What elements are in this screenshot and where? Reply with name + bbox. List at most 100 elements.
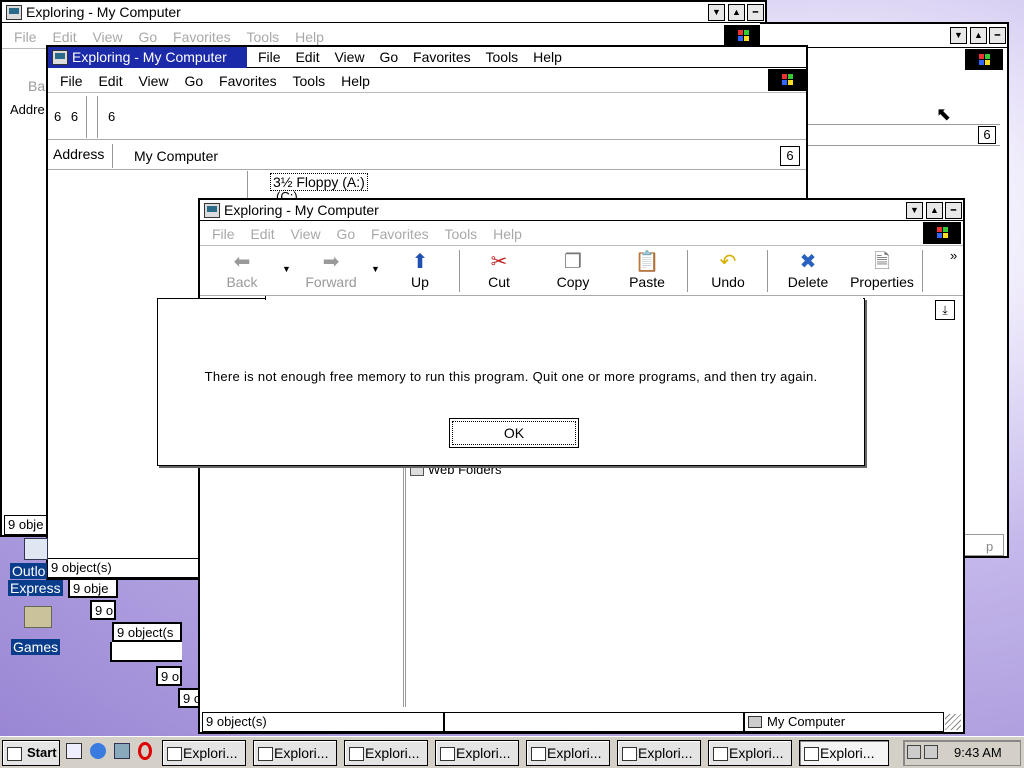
outlook-express-label-2[interactable]: Express — [8, 580, 63, 596]
outlook-icon[interactable] — [114, 743, 130, 759]
toolbar-more-chevron[interactable]: » — [950, 248, 957, 263]
menu-view[interactable]: View — [138, 69, 168, 93]
error-dialog: There is not enough free memory to run t… — [157, 298, 865, 466]
menu-file[interactable]: File — [14, 25, 37, 49]
menu-help[interactable]: Help — [493, 222, 522, 246]
back-button[interactable]: ⬅ Back — [207, 250, 277, 290]
menu-go[interactable]: Go — [184, 69, 203, 93]
copy-button[interactable]: ❐ Copy — [538, 250, 608, 290]
address-dropdown[interactable]: 6 — [780, 146, 800, 166]
status-bar: 9 object(s) — [48, 558, 208, 578]
menu-tools[interactable]: Tools — [486, 49, 519, 65]
back-button-partial[interactable]: Ba — [28, 78, 45, 94]
menu-view[interactable]: View — [290, 222, 320, 246]
menu-edit[interactable]: Edit — [295, 49, 319, 65]
task-button-7[interactable]: Explori... — [708, 740, 792, 766]
undo-button[interactable]: ↶ Undo — [693, 250, 763, 290]
status-bar: 9 object(s) — [202, 712, 444, 732]
window-menu-button[interactable]: ▼ — [950, 27, 967, 44]
status-bar: 9 obje — [4, 515, 50, 535]
internet-explorer-icon[interactable] — [90, 743, 106, 759]
clock[interactable]: 9:43 AM — [954, 745, 1002, 760]
toolbar-separator — [767, 250, 768, 292]
outlook-express-icon[interactable] — [24, 538, 48, 560]
outlook-express-label-1[interactable]: Outlo — [10, 563, 48, 579]
menu-tools[interactable]: Tools — [293, 69, 326, 93]
games-label[interactable]: Games — [11, 639, 61, 655]
maximize-button[interactable]: ▲ — [926, 202, 943, 219]
tray-icon-scheduler[interactable] — [924, 745, 938, 759]
resize-grip[interactable] — [945, 714, 961, 730]
cascade-window-status-4: 9 o — [156, 666, 182, 686]
status-bar-location: My Computer — [744, 712, 944, 732]
window-titlebar[interactable]: Exploring - My Computer ▼ ▲ ━ — [200, 200, 963, 221]
tray-icon-network[interactable] — [907, 745, 921, 759]
paste-button[interactable]: 📋 Paste — [612, 250, 682, 290]
address-dropdown[interactable]: ⤓ — [935, 300, 955, 320]
minimize-button[interactable]: ━ — [989, 27, 1006, 44]
task-button-4[interactable]: Explori... — [435, 740, 519, 766]
menu-file[interactable]: File — [258, 49, 281, 65]
delete-button[interactable]: ✖ Delete — [773, 250, 843, 290]
window-menu-button[interactable]: ▼ — [708, 4, 725, 21]
delete-label: Delete — [787, 274, 829, 290]
menu-tools[interactable]: Tools — [445, 222, 478, 246]
task-button-1[interactable]: Explori... — [162, 740, 246, 766]
forward-button[interactable]: ➡ Forward — [296, 250, 366, 290]
cut-button[interactable]: ✂ Cut — [464, 250, 534, 290]
menu-favorites[interactable]: Favorites — [219, 69, 277, 93]
task-label: Explori... — [820, 745, 875, 761]
task-button-3[interactable]: Explori... — [344, 740, 428, 766]
back-label: Back — [226, 274, 258, 290]
task-button-2[interactable]: Explori... — [253, 740, 337, 766]
cascade-window-status-2: 9 o — [90, 600, 116, 620]
task-button-6[interactable]: Explori... — [617, 740, 701, 766]
menu-help[interactable]: Help — [341, 69, 370, 93]
minimize-button[interactable]: ━ — [945, 202, 962, 219]
explorer-window-front[interactable]: Exploring - My Computer ▼ ▲ ━ File Edit … — [198, 198, 965, 734]
properties-button[interactable]: 🗎 Properties — [840, 250, 924, 290]
toolbar-separator — [922, 250, 923, 292]
forward-label: Forward — [305, 274, 357, 290]
forward-dropdown-icon[interactable]: ▼ — [371, 264, 380, 274]
copy-icon: ❐ — [564, 251, 582, 273]
system-tray: 9:43 AM — [903, 740, 1021, 766]
windows-logo-icon — [923, 222, 961, 244]
menu-file[interactable]: File — [212, 222, 235, 246]
menu-file[interactable]: File — [60, 69, 83, 93]
up-button[interactable]: ⬆ Up — [385, 250, 455, 290]
window-titlebar[interactable]: Exploring - My Computer ▼ ▲ ━ — [2, 2, 765, 23]
games-folder-icon[interactable] — [24, 606, 52, 628]
task-label: Explori... — [365, 745, 420, 761]
menu-favorites[interactable]: Favorites — [371, 222, 429, 246]
properties-label: Properties — [850, 274, 914, 290]
scissors-icon: ✂ — [490, 251, 508, 273]
show-desktop-icon[interactable] — [66, 743, 82, 759]
menu-view[interactable]: View — [334, 49, 364, 65]
menu-favorites[interactable]: Favorites — [413, 49, 471, 65]
start-button[interactable]: Start — [2, 740, 60, 766]
cascade-window-status-3: 9 object(s — [112, 622, 182, 642]
menu-help[interactable]: Help — [533, 49, 562, 65]
menu-go[interactable]: Go — [336, 222, 355, 246]
menu-bar: File Edit View Go Favorites Tools Help — [200, 222, 963, 246]
maximize-button[interactable]: ▲ — [970, 27, 987, 44]
ok-button[interactable]: OK — [449, 418, 579, 448]
toolbar-glyph-3[interactable]: 6 — [108, 94, 115, 140]
back-dropdown-icon[interactable]: ▼ — [282, 264, 291, 274]
minimize-button[interactable]: ━ — [747, 4, 764, 21]
task-button-8-active[interactable]: Explori... — [799, 740, 889, 766]
address-label: Address — [53, 146, 105, 162]
opera-icon[interactable] — [138, 742, 152, 760]
cut-label: Cut — [488, 274, 510, 290]
menu-edit[interactable]: Edit — [98, 69, 122, 93]
menu-edit[interactable]: Edit — [250, 222, 274, 246]
menu-go[interactable]: Go — [379, 49, 398, 65]
task-button-5[interactable]: Explori... — [526, 740, 610, 766]
toolbar-glyph-2[interactable]: 6 — [71, 109, 78, 124]
toolbar-glyph-1[interactable]: 6 — [54, 109, 61, 124]
window-menu-button[interactable]: ▼ — [906, 202, 923, 219]
menu-bar-titleline: File Edit View Go Favorites Tools Help — [248, 47, 562, 68]
maximize-button[interactable]: ▲ — [728, 4, 745, 21]
cascade-window-frame — [110, 642, 182, 662]
